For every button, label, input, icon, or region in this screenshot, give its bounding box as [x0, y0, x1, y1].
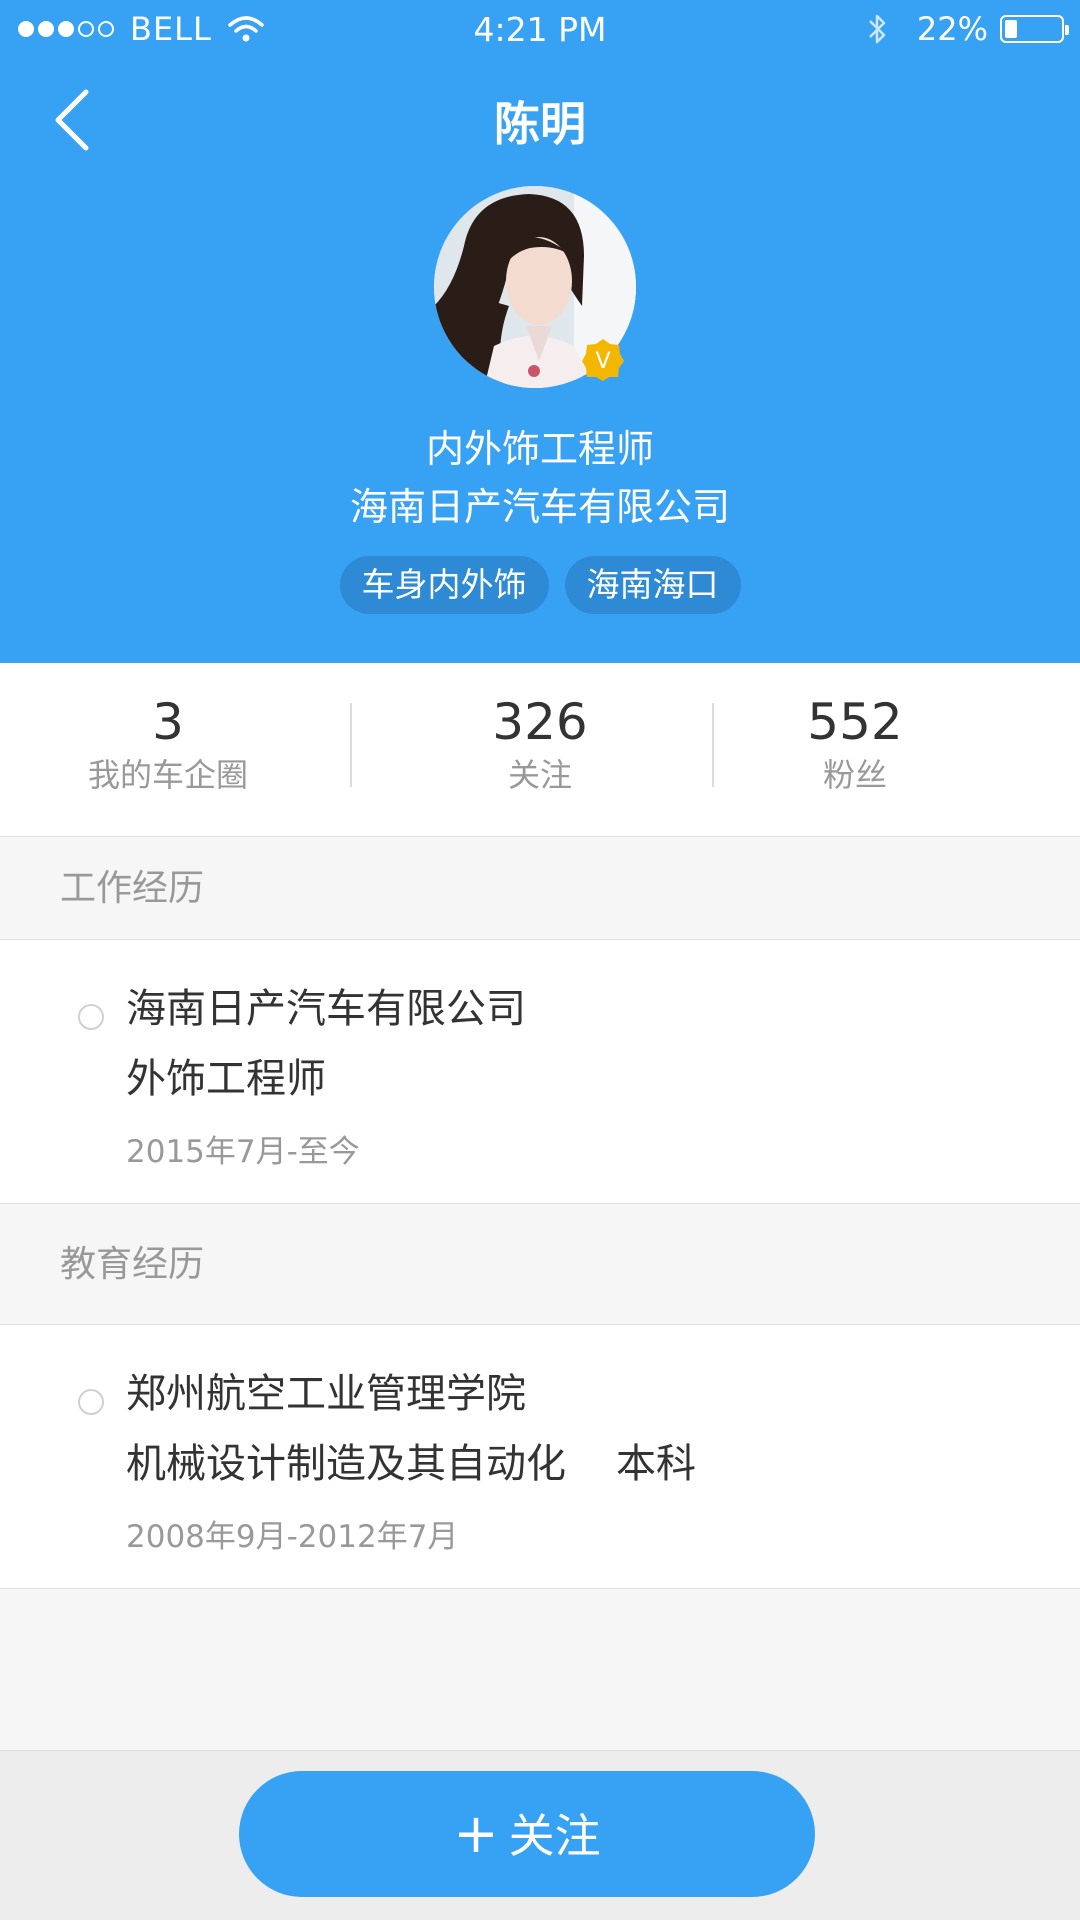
stat-following[interactable]: 326 关注 [440, 691, 640, 797]
job-title: 内外饰工程师 [425, 427, 654, 471]
tag-item[interactable]: 海南海口 [564, 556, 741, 614]
stat-divider [350, 703, 352, 787]
bluetooth-icon [868, 14, 886, 44]
stat-divider [712, 703, 714, 787]
tag-list: 车身内外饰 海南海口 [0, 556, 1080, 614]
work-period: 2015年7月-至今 [126, 1134, 360, 1170]
stat-label: 粉丝 [822, 756, 887, 794]
education-major: 机械设计制造及其自动化 [126, 1441, 566, 1487]
stat-followers[interactable]: 552 粉丝 [755, 691, 955, 797]
stat-value: 326 [492, 693, 588, 751]
battery-icon [1000, 15, 1069, 43]
education-card[interactable]: 郑州航空工业管理学院 机械设计制造及其自动化 本科 2008年9月-2012年7月 [0, 1325, 1080, 1589]
plus-icon: + [453, 1802, 499, 1865]
timeline-dot-icon [78, 1389, 104, 1415]
page-title: 陈明 [494, 97, 586, 151]
education-school: 郑州航空工业管理学院 [126, 1371, 526, 1417]
bottom-bar: + 关注 [0, 1750, 1080, 1920]
timeline-dot-icon [78, 1004, 104, 1030]
battery-percent: 22% [916, 10, 988, 48]
work-experience-card[interactable]: 海南日产汽车有限公司 外饰工程师 2015年7月-至今 [0, 940, 1080, 1204]
work-company: 海南日产汽车有限公司 [126, 986, 526, 1032]
company-name: 海南日产汽车有限公司 [349, 485, 730, 529]
education-degree: 本科 [616, 1441, 696, 1487]
education-section-title: 教育经历 [0, 1204, 1080, 1325]
verified-badge-icon: V [582, 339, 624, 381]
stat-value: 3 [152, 693, 184, 751]
stat-label: 关注 [507, 756, 572, 794]
education-period: 2008年9月-2012年7月 [126, 1519, 459, 1555]
svg-text:V: V [595, 349, 610, 374]
tag-item[interactable]: 车身内外饰 [339, 556, 549, 614]
stat-car-circle[interactable]: 3 我的车企圈 [66, 691, 270, 797]
stat-label: 我的车企圈 [87, 756, 248, 794]
status-bar: BELL 4:21 PM 22% [0, 0, 1080, 60]
follow-label: 关注 [508, 1809, 601, 1863]
status-right: 22% [867, 10, 1069, 48]
work-section-title: 工作经历 [0, 838, 1080, 940]
avatar-container[interactable]: V [434, 186, 636, 388]
follow-button[interactable]: + 关注 [239, 1771, 815, 1897]
stat-value: 552 [807, 693, 903, 751]
education-major-line: 机械设计制造及其自动化 本科 [126, 1431, 696, 1489]
profile-header: BELL 4:21 PM 22% 陈明 V 内外饰工程师 海南日产汽车有限公司 … [0, 0, 1080, 663]
work-position: 外饰工程师 [126, 1056, 326, 1102]
stats-bar: 3 我的车企圈 326 关注 552 粉丝 [0, 663, 1080, 837]
